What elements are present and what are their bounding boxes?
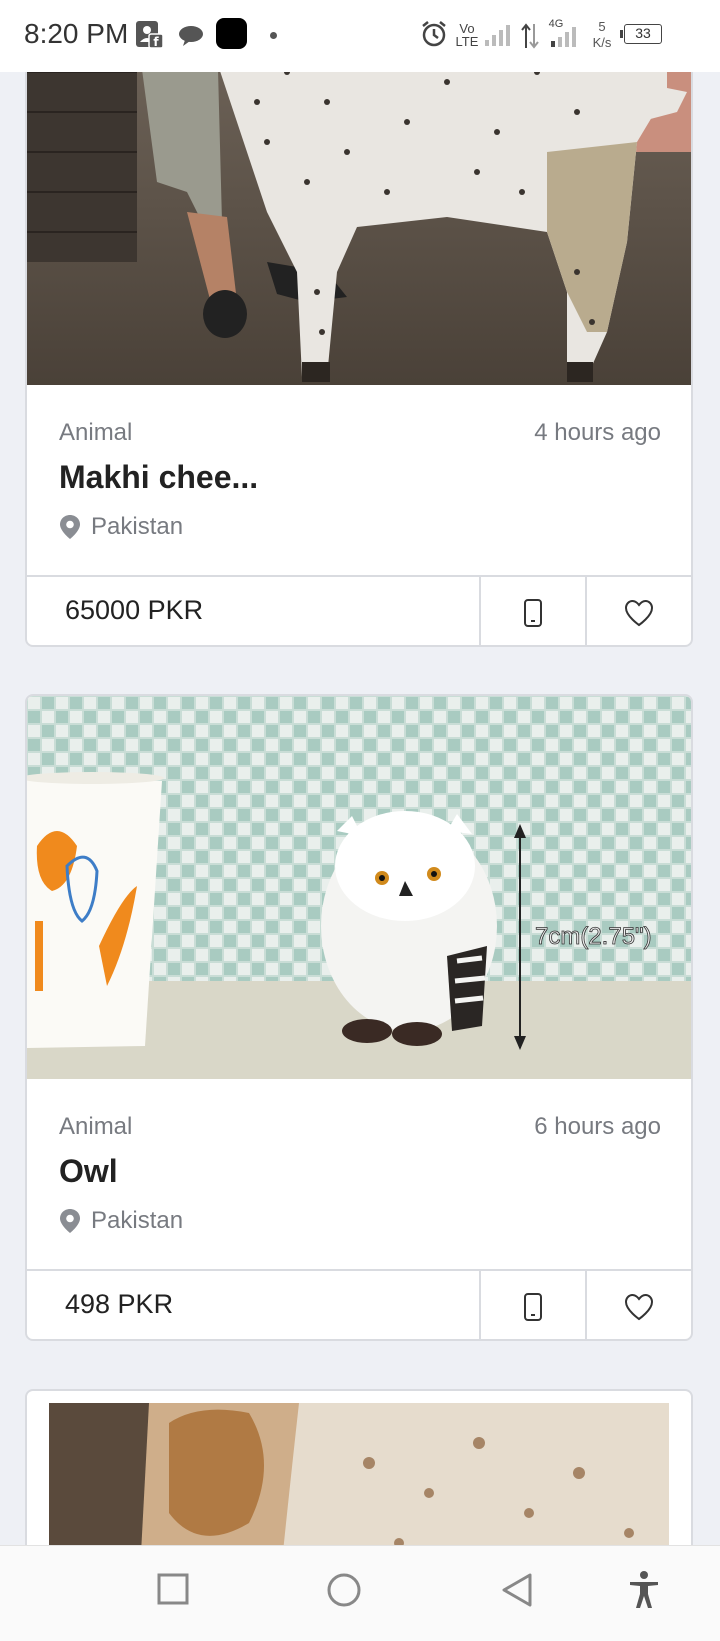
listing-location-text: Pakistan — [91, 1207, 184, 1234]
listing-details[interactable]: Animal 6 hours ago Owl Pakistan — [27, 1079, 691, 1269]
listing-price: 65000 PKR — [65, 595, 204, 625]
svg-text:f: f — [153, 35, 159, 49]
location-pin-icon — [60, 515, 80, 539]
app-notification-icon — [216, 18, 247, 49]
home-button[interactable] — [326, 1572, 362, 1608]
battery-level: 33 — [635, 25, 651, 41]
listing-image[interactable]: 7cm(2.75") — [27, 696, 691, 1079]
signal-strength-icon — [485, 25, 510, 46]
listing-location: Pakistan — [59, 513, 183, 541]
size-annotation: 7cm(2.75") — [535, 923, 652, 950]
heart-icon — [624, 1293, 654, 1321]
phone-icon — [524, 599, 542, 627]
accessibility-icon[interactable] — [628, 1570, 660, 1610]
contact-card-icon: f — [136, 21, 164, 49]
network-speed-value: 5 — [598, 19, 606, 34]
listing-category: Animal — [59, 419, 133, 446]
heart-icon — [624, 599, 654, 627]
listing-location: Pakistan — [59, 1207, 183, 1235]
system-navigation-bar — [0, 1545, 720, 1641]
listing-action-row: 65000 PKR — [27, 575, 691, 645]
listing-card[interactable]: Animal 4 hours ago Makhi chee... Pakista… — [25, 30, 693, 647]
favorite-button[interactable] — [585, 1271, 691, 1339]
more-notifications-dot-icon — [270, 32, 277, 39]
battery-icon: 33 — [624, 24, 662, 44]
recent-apps-button[interactable] — [157, 1572, 189, 1606]
listing-title[interactable]: Makhi chee... — [59, 459, 258, 496]
mobile-signal-icon — [551, 27, 576, 47]
data-transfer-icon — [521, 23, 539, 49]
listing-time-ago: 4 hours ago — [534, 419, 661, 446]
listing-card[interactable]: 7cm(2.75") Animal 6 hours ago Owl Pakist… — [25, 694, 693, 1341]
listing-title[interactable]: Owl — [59, 1153, 118, 1190]
listing-category: Animal — [59, 1113, 133, 1140]
call-seller-button[interactable] — [479, 577, 585, 645]
alarm-icon — [422, 21, 446, 47]
listing-price: 498 PKR — [65, 1289, 174, 1319]
phone-icon — [524, 1293, 542, 1321]
volte-indicator: Vo LTE — [455, 21, 479, 49]
listing-details[interactable]: Animal 4 hours ago Makhi chee... Pakista… — [27, 385, 691, 575]
back-button[interactable] — [500, 1572, 534, 1608]
listing-location-text: Pakistan — [91, 513, 184, 540]
spotted-goat-photo — [27, 32, 691, 385]
status-time: 8:20 PM — [24, 18, 129, 49]
network-speed-unit: K/s — [592, 35, 612, 50]
status-bar: 8:20 PM f Vo LTE 4G 5 K/s 33 — [0, 0, 720, 72]
call-seller-button[interactable] — [479, 1271, 585, 1339]
listing-action-row: 498 PKR — [27, 1269, 691, 1339]
white-owl-figurine-photo: 7cm(2.75") — [27, 696, 691, 1079]
chat-icon — [179, 26, 203, 46]
battery-tip — [620, 30, 623, 38]
location-pin-icon — [60, 1209, 80, 1233]
listing-image[interactable] — [27, 32, 691, 385]
favorite-button[interactable] — [585, 577, 691, 645]
listing-time-ago: 6 hours ago — [534, 1113, 661, 1140]
